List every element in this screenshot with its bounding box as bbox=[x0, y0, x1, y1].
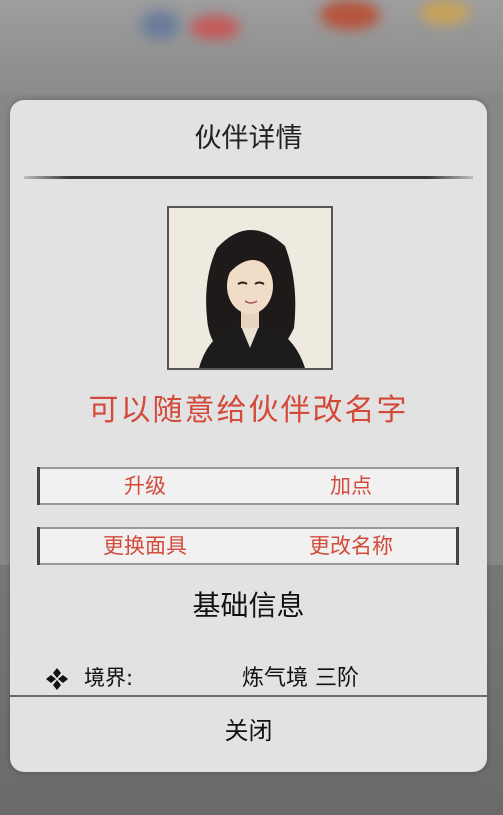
add-points-button[interactable]: 加点 bbox=[251, 467, 451, 505]
partner-portrait bbox=[167, 206, 333, 370]
action-row-2: 更换面具 更改名称 bbox=[37, 527, 459, 565]
title-divider bbox=[24, 176, 473, 179]
realm-value: 炼气境 三阶 bbox=[242, 666, 359, 691]
dialog-title: 伙伴详情 bbox=[194, 123, 303, 154]
partner-portrait-image bbox=[169, 208, 331, 368]
realm-label: 境界: bbox=[84, 666, 134, 690]
bottom-divider bbox=[10, 695, 487, 697]
basic-info-heading: 基础信息 bbox=[192, 589, 305, 622]
close-button[interactable]: 关闭 bbox=[10, 698, 487, 768]
rename-tip-text: 可以随意给伙伴改名字 bbox=[88, 393, 409, 428]
action-row-1: 升级 加点 bbox=[37, 467, 459, 505]
realm-info-row: 境界: 炼气境 三阶 bbox=[44, 662, 464, 692]
diamond-bullet-icon bbox=[46, 668, 68, 690]
partner-details-dialog: 伙伴详情 可以随意给伙伴改名字 升级 加点 更换面具 更改名称 基础信息 境界:… bbox=[10, 100, 487, 772]
change-mask-button[interactable]: 更换面具 bbox=[45, 527, 245, 565]
rename-button[interactable]: 更改名称 bbox=[251, 527, 451, 565]
upgrade-button[interactable]: 升级 bbox=[45, 467, 245, 505]
